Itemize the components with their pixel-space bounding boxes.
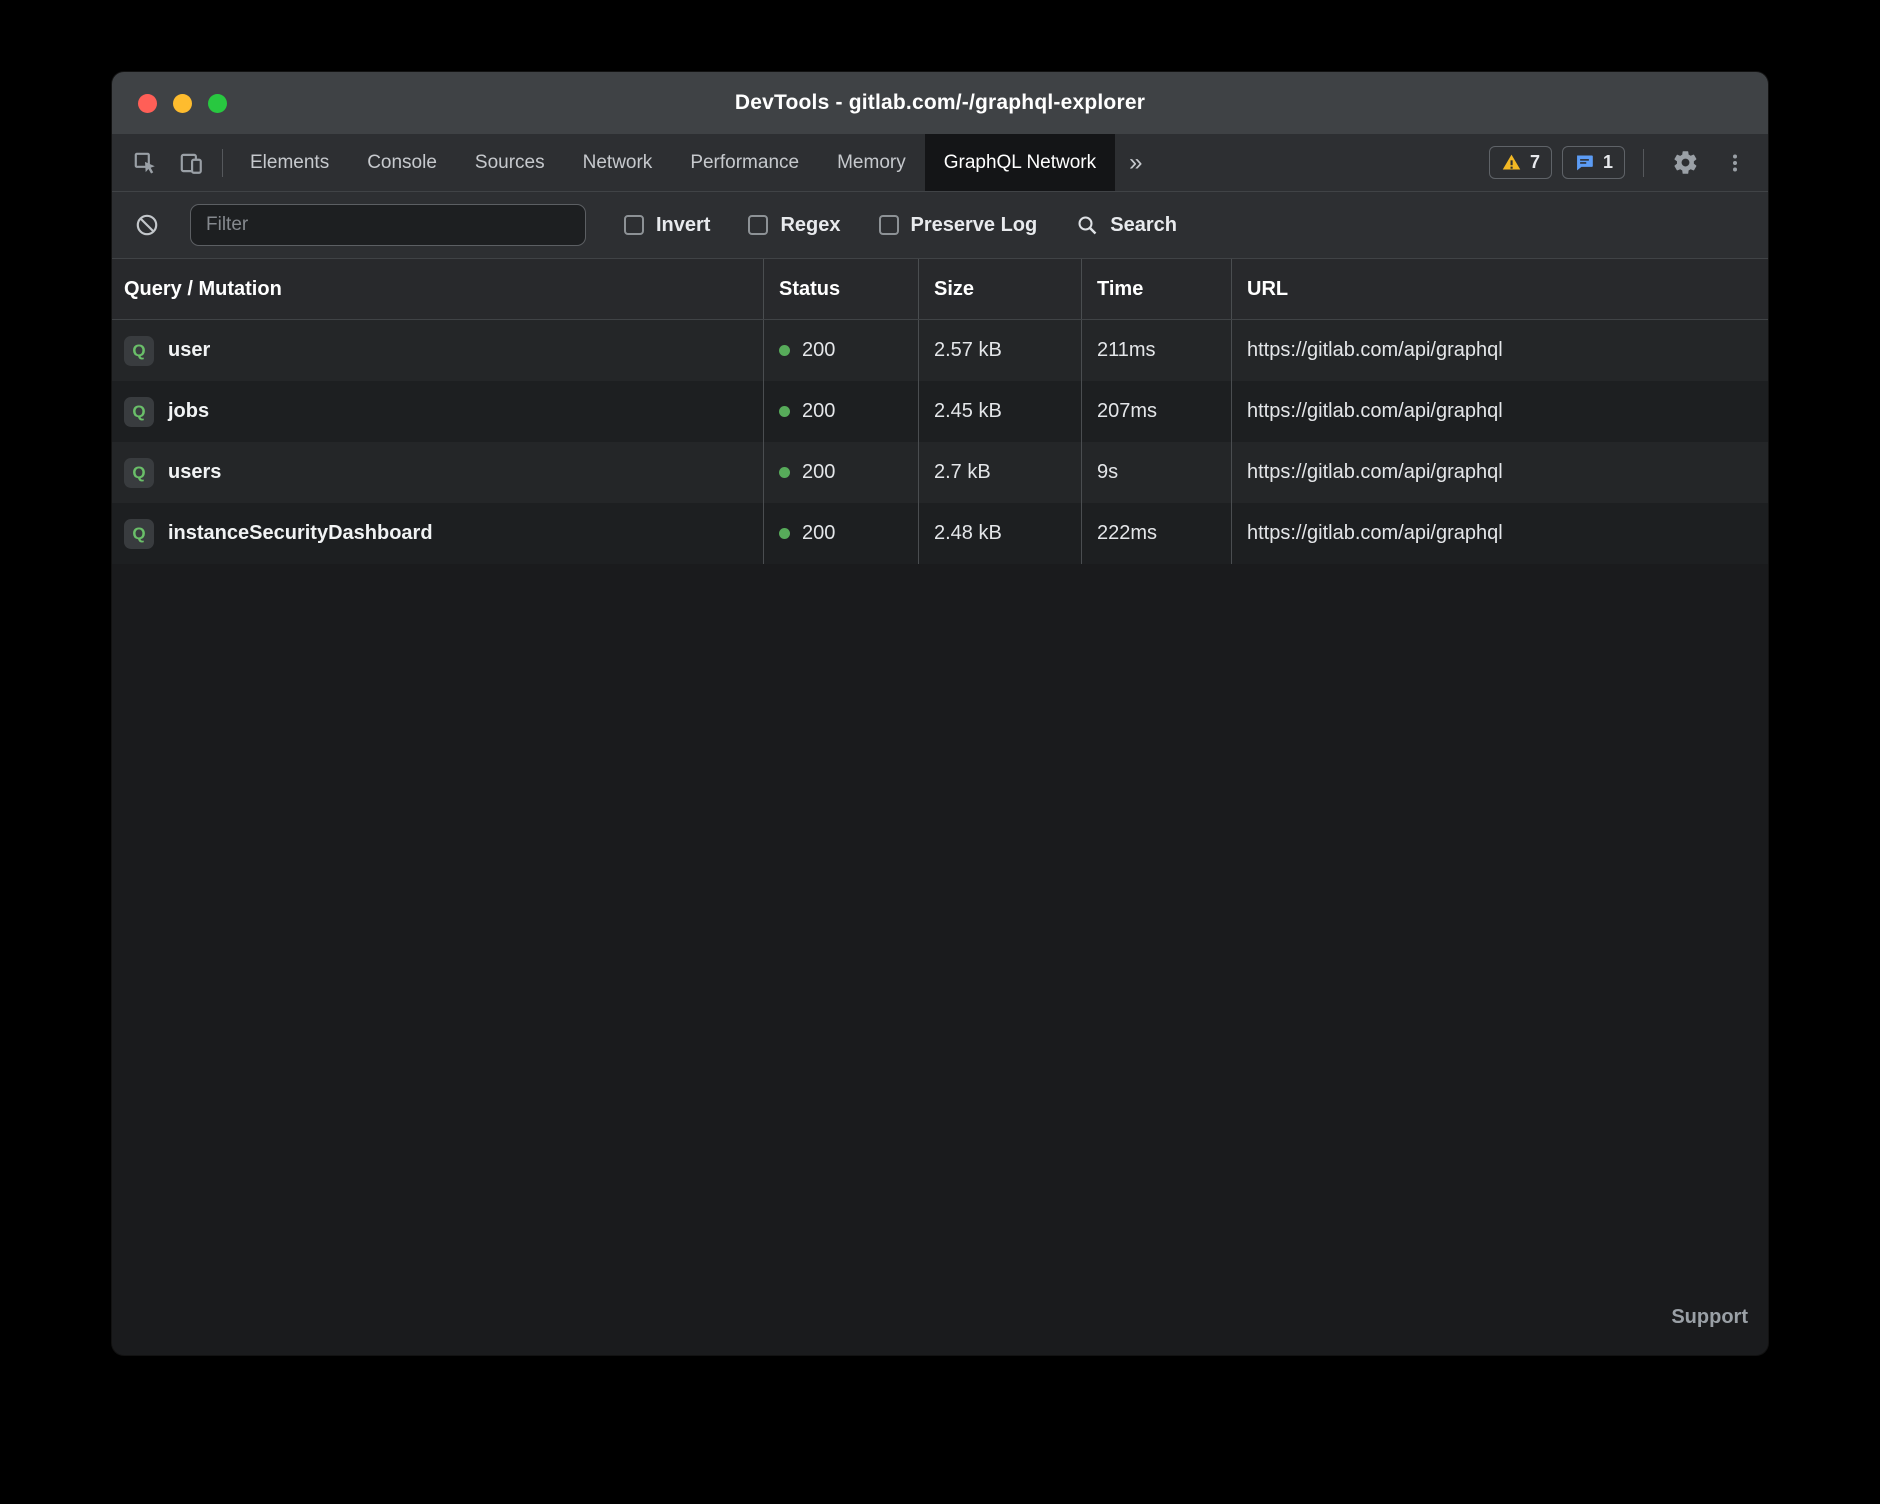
invert-checkbox[interactable] (624, 215, 644, 235)
status-dot (779, 406, 790, 417)
table-row[interactable]: Q users 200 2.7 kB 9s https://gitlab.com… (112, 442, 1768, 503)
search-icon (1075, 213, 1099, 237)
message-icon (1574, 152, 1595, 173)
warnings-badge[interactable]: 7 (1489, 146, 1552, 179)
status-value: 200 (802, 522, 835, 545)
tab-graphql-network[interactable]: GraphQL Network (925, 134, 1115, 191)
gear-icon (1672, 149, 1699, 176)
tabbar-divider (222, 149, 223, 177)
url-value: https://gitlab.com/api/graphql (1247, 522, 1503, 545)
invert-checkbox-group[interactable]: Invert (624, 214, 710, 237)
column-header-time[interactable]: Time (1081, 259, 1231, 319)
issues-count: 1 (1603, 152, 1613, 173)
tab-memory[interactable]: Memory (818, 134, 925, 191)
tab-network[interactable]: Network (564, 134, 672, 191)
regex-checkbox[interactable] (748, 215, 768, 235)
query-name: instanceSecurityDashboard (168, 522, 433, 545)
tab-console[interactable]: Console (348, 134, 456, 191)
preserve-log-label: Preserve Log (911, 214, 1038, 237)
device-toolbar-button[interactable] (168, 134, 214, 191)
url-value: https://gitlab.com/api/graphql (1247, 461, 1503, 484)
size-value: 2.48 kB (934, 522, 1002, 545)
query-name: jobs (168, 400, 209, 423)
column-header-url[interactable]: URL (1231, 259, 1768, 319)
status-value: 200 (802, 461, 835, 484)
table-row[interactable]: Q instanceSecurityDashboard 200 2.48 kB … (112, 503, 1768, 564)
invert-label: Invert (656, 214, 710, 237)
time-value: 9s (1097, 461, 1118, 484)
maximize-button[interactable] (208, 94, 227, 113)
inspect-element-button[interactable] (122, 134, 168, 191)
column-header-status[interactable]: Status (763, 259, 918, 319)
preserve-log-checkbox[interactable] (879, 215, 899, 235)
devtools-window: DevTools - gitlab.com/-/graphql-explorer… (112, 72, 1768, 1355)
query-name: user (168, 339, 210, 362)
more-options-button[interactable] (1718, 151, 1752, 175)
kebab-menu-icon (1723, 151, 1747, 175)
inspect-cursor-icon (132, 150, 158, 176)
size-value: 2.57 kB (934, 339, 1002, 362)
time-value: 207ms (1097, 400, 1157, 423)
traffic-lights (138, 72, 227, 134)
empty-request-area: Support (112, 564, 1768, 1355)
warning-icon (1501, 152, 1522, 173)
table-row[interactable]: Q user 200 2.57 kB 211ms https://gitlab.… (112, 320, 1768, 381)
search-label: Search (1110, 214, 1177, 237)
status-dot (779, 345, 790, 356)
column-header-size[interactable]: Size (918, 259, 1081, 319)
close-button[interactable] (138, 94, 157, 113)
title-bar: DevTools - gitlab.com/-/graphql-explorer (112, 72, 1768, 134)
clear-icon[interactable] (134, 212, 160, 238)
url-value: https://gitlab.com/api/graphql (1247, 400, 1503, 423)
table-header: Query / Mutation Status Size Time URL (112, 259, 1768, 320)
regex-checkbox-group[interactable]: Regex (748, 214, 840, 237)
settings-button[interactable] (1662, 149, 1708, 176)
tabbar-right-controls: 7 1 (1489, 134, 1768, 191)
support-link[interactable]: Support (1671, 1306, 1748, 1329)
regex-label: Regex (780, 214, 840, 237)
query-badge: Q (124, 519, 154, 549)
status-dot (779, 528, 790, 539)
size-value: 2.7 kB (934, 461, 991, 484)
filter-input[interactable] (190, 204, 586, 246)
warning-count: 7 (1530, 152, 1540, 173)
search-button[interactable]: Search (1075, 213, 1177, 237)
status-value: 200 (802, 339, 835, 362)
tab-sources[interactable]: Sources (456, 134, 564, 191)
query-badge: Q (124, 458, 154, 488)
device-toolbar-icon (178, 150, 204, 176)
tab-performance[interactable]: Performance (671, 134, 818, 191)
size-value: 2.45 kB (934, 400, 1002, 423)
tab-elements[interactable]: Elements (231, 134, 348, 191)
column-header-query[interactable]: Query / Mutation (112, 259, 763, 319)
status-value: 200 (802, 400, 835, 423)
query-name: users (168, 461, 221, 484)
status-dot (779, 467, 790, 478)
more-tabs-button[interactable]: » (1115, 134, 1156, 191)
table-row[interactable]: Q jobs 200 2.45 kB 207ms https://gitlab.… (112, 381, 1768, 442)
window-title: DevTools - gitlab.com/-/graphql-explorer (112, 91, 1768, 115)
time-value: 211ms (1097, 339, 1156, 362)
tabbar-right-divider (1643, 149, 1644, 177)
filter-toolbar: Invert Regex Preserve Log Search (112, 192, 1768, 259)
issues-badge[interactable]: 1 (1562, 146, 1625, 179)
time-value: 222ms (1097, 522, 1157, 545)
query-badge: Q (124, 336, 154, 366)
url-value: https://gitlab.com/api/graphql (1247, 339, 1503, 362)
preserve-log-checkbox-group[interactable]: Preserve Log (879, 214, 1038, 237)
minimize-button[interactable] (173, 94, 192, 113)
devtools-tab-bar: Elements Console Sources Network Perform… (112, 134, 1768, 192)
query-badge: Q (124, 397, 154, 427)
